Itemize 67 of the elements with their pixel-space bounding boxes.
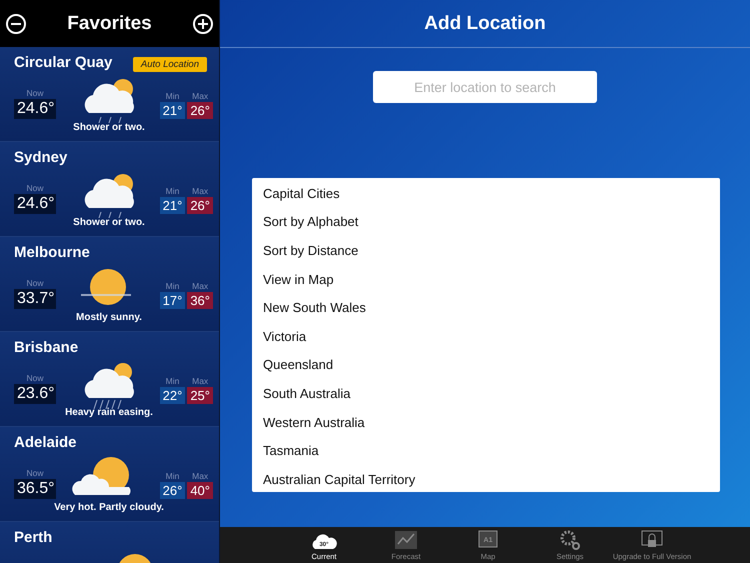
sidebar-title: Favorites: [67, 12, 152, 34]
list-item[interactable]: South Australia: [252, 379, 720, 408]
max-label: Max: [191, 281, 210, 291]
list-item[interactable]: Tasmania: [252, 436, 720, 465]
now-label: Now: [25, 88, 44, 98]
min-temperature: 22°: [160, 387, 186, 404]
max-temperature: 25°: [187, 387, 213, 404]
remove-button[interactable]: [6, 14, 26, 34]
min-temperature: 21°: [160, 197, 186, 214]
max-temperature: 40°: [187, 482, 213, 499]
location-row[interactable]: Circular Quay Auto Location Now 24.6° Min 21° Max 26° Shower or two.: [0, 47, 219, 142]
list-item[interactable]: Capital Cities: [252, 179, 720, 208]
weather-summary: Mostly sunny.: [75, 312, 143, 323]
location-name: Brisbane: [14, 339, 78, 356]
min-temperature: 26°: [160, 482, 186, 499]
location-row[interactable]: Melbourne Now 33.7° Min 17° Max 36° Mostly sunny.: [0, 237, 219, 332]
weather-summary: Heavy rain easing.: [64, 407, 154, 418]
min-temperature: 17°: [160, 292, 186, 309]
weather-summary: Very hot. Partly cloudy.: [53, 502, 165, 513]
min-label: Min: [164, 281, 180, 291]
location-name: Circular Quay: [14, 54, 112, 71]
plus-icon: [198, 18, 208, 28]
max-temperature: 26°: [187, 197, 213, 214]
minus-icon: [11, 22, 21, 24]
list-item[interactable]: View in Map: [252, 264, 720, 294]
line-chart-icon: [393, 529, 419, 551]
list-item[interactable]: Queensland: [252, 350, 720, 380]
now-label: Now: [25, 278, 44, 288]
auto-location-badge: Auto Location: [132, 57, 207, 72]
current-temperature: 36.5°: [14, 479, 56, 499]
list-item[interactable]: Sort by Distance: [252, 236, 720, 265]
list-item[interactable]: Sort by Alphabet: [252, 208, 720, 236]
location-row[interactable]: Brisbane Now 23.6° Min 22° Max 25° Heavy rain easing.: [0, 332, 219, 427]
list-item[interactable]: Western Australia: [252, 408, 720, 436]
location-name: Adelaide: [14, 434, 77, 451]
max-label: Max: [191, 91, 210, 101]
max-temperature: 36°: [187, 292, 213, 309]
max-label: Max: [191, 376, 210, 386]
weather-summary: Shower or two.: [72, 217, 146, 228]
list-item[interactable]: New South Wales: [252, 293, 720, 322]
location-name: Melbourne: [14, 244, 90, 261]
location-row[interactable]: Adelaide Now 36.5° Min 26° Max 40° Very hot. Partly cloudy.: [0, 427, 219, 522]
current-temperature: 24.6°: [14, 99, 56, 119]
now-label: Now: [25, 468, 44, 478]
weather-summary: Shower or two.: [72, 122, 146, 133]
min-label: Min: [164, 471, 180, 481]
min-temperature: 21°: [160, 102, 186, 119]
list-item[interactable]: Victoria: [252, 322, 720, 351]
max-label: Max: [191, 471, 210, 481]
max-label: Max: [191, 186, 210, 196]
location-row[interactable]: Sydney Now 24.6° Min 21° Max 26° Shower or two.: [0, 142, 219, 237]
min-label: Min: [164, 91, 180, 101]
current-temperature: 33.7°: [14, 289, 56, 309]
current-temperature: 23.6°: [14, 384, 56, 404]
now-label: Now: [25, 373, 44, 383]
list-item[interactable]: Australian Capital Territory: [252, 464, 720, 492]
min-label: Min: [164, 376, 180, 386]
location-name: Sydney: [14, 149, 68, 166]
now-label: Now: [25, 183, 44, 193]
add-button[interactable]: [192, 14, 213, 34]
location-row[interactable]: Perth: [0, 522, 219, 563]
max-temperature: 26°: [187, 102, 213, 119]
search-field[interactable]: Enter location to search: [373, 71, 597, 103]
page-title: Add Location: [424, 12, 546, 34]
location-name: Perth: [14, 529, 52, 546]
current-temperature: 24.6°: [14, 194, 56, 214]
min-label: Min: [164, 186, 180, 196]
